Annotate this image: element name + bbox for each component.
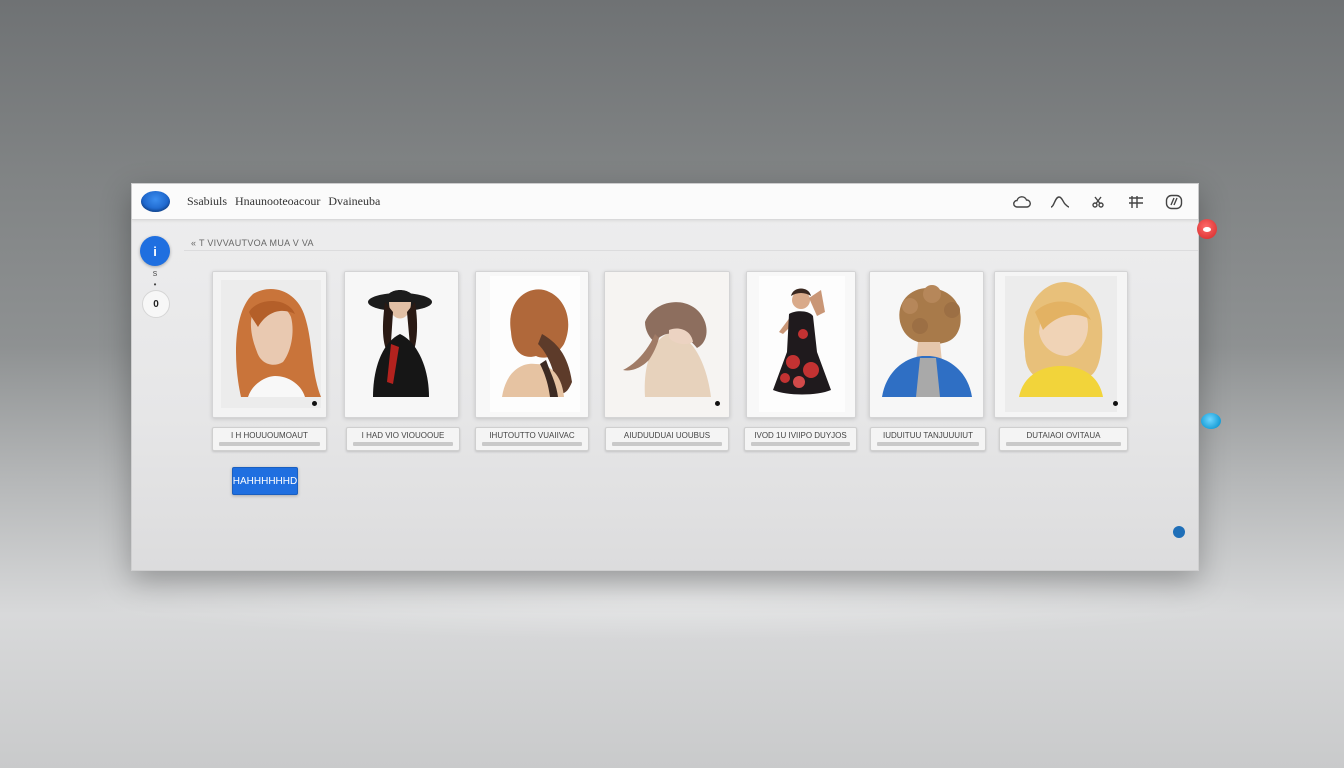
app-logo[interactable] bbox=[141, 191, 170, 212]
divider bbox=[184, 250, 1198, 251]
dancer-floral-dress-image bbox=[747, 272, 855, 417]
rail-primary-button[interactable]: i bbox=[140, 236, 170, 266]
cloud-icon[interactable] bbox=[1012, 192, 1032, 212]
gallery-card-5[interactable] bbox=[746, 271, 856, 418]
caption-bar bbox=[612, 442, 722, 446]
menu-item-1[interactable]: Ssabiuls bbox=[187, 194, 227, 209]
gallery-card-4[interactable] bbox=[604, 271, 730, 418]
gallery-card-2[interactable] bbox=[344, 271, 459, 418]
gallery-caption-5[interactable]: IVOD 1U IVIIPO DUYJOS bbox=[744, 427, 857, 451]
gallery-caption-4[interactable]: AIUDUUDUAI UOUBUS bbox=[605, 427, 729, 451]
rail-secondary-button[interactable]: 0 bbox=[142, 290, 170, 318]
rail-dot: • bbox=[153, 280, 157, 289]
caption-text: DUTAIAOI OVITAUA bbox=[1026, 431, 1101, 440]
gallery-card-7[interactable] bbox=[994, 271, 1128, 418]
card-indicator-dot bbox=[312, 401, 317, 406]
scissors-icon[interactable] bbox=[1088, 192, 1108, 212]
woman-in-black-hat-image bbox=[345, 272, 458, 417]
caption-text: I HAD VIO VIOUOOUE bbox=[361, 431, 445, 440]
gallery-caption-6[interactable]: IUDUITUU TANJUUUIUT bbox=[870, 427, 986, 451]
app-window: Ssabiuls Hnaunooteoacour Dvaineuba i s •… bbox=[131, 183, 1199, 571]
auburn-hair-back-view-image bbox=[476, 272, 588, 417]
grid-icon[interactable] bbox=[1126, 192, 1146, 212]
caption-text: I H HOUUOUMOAUT bbox=[231, 431, 308, 440]
breadcrumb: « T VIVVAUTVOA MUA V VA bbox=[191, 238, 314, 248]
primary-action-button[interactable]: HAHHHHHHD bbox=[232, 467, 298, 495]
gallery-caption-7[interactable]: DUTAIAOI OVITAUA bbox=[999, 427, 1128, 451]
gallery-card-6[interactable] bbox=[869, 271, 984, 418]
blonde-hair-yellow-top-image bbox=[995, 272, 1127, 417]
curly-hair-blue-jacket-image bbox=[870, 272, 983, 417]
menu-item-3[interactable]: Dvaineuba bbox=[328, 194, 380, 209]
settings-icon[interactable] bbox=[1164, 192, 1184, 212]
notification-bubble-cyan[interactable] bbox=[1201, 413, 1221, 429]
caption-text: IVOD 1U IVIIPO DUYJOS bbox=[754, 431, 847, 440]
notification-bubble-red[interactable] bbox=[1197, 219, 1217, 239]
backdrop-glow bbox=[60, 560, 1284, 640]
woman-bowing-long-hair-image bbox=[605, 272, 729, 417]
status-dot bbox=[1173, 526, 1185, 538]
gallery-caption-3[interactable]: IHUTOUTTO VUAIIVAC bbox=[475, 427, 589, 451]
gallery-card-1[interactable] bbox=[212, 271, 327, 418]
gallery-caption-2[interactable]: I HAD VIO VIOUOOUE bbox=[346, 427, 460, 451]
menu-item-2[interactable]: Hnaunooteoacour bbox=[235, 194, 320, 209]
red-haired-woman-portrait-image bbox=[213, 272, 326, 417]
card-indicator-dot bbox=[1113, 401, 1118, 406]
caption-bar bbox=[751, 442, 850, 446]
caption-text: AIUDUUDUAI UOUBUS bbox=[623, 431, 711, 440]
menu-bar: Ssabiuls Hnaunooteoacour Dvaineuba bbox=[187, 184, 380, 219]
caption-text: IUDUITUU TANJUUUIUT bbox=[883, 431, 973, 440]
caption-bar bbox=[219, 442, 320, 446]
caption-bar bbox=[877, 442, 979, 446]
rail-caption: s bbox=[152, 268, 158, 278]
gallery-card-3[interactable] bbox=[475, 271, 589, 418]
caption-bar bbox=[353, 442, 453, 446]
caption-bar bbox=[482, 442, 582, 446]
title-bar: Ssabiuls Hnaunooteoacour Dvaineuba bbox=[132, 184, 1198, 220]
wave-icon[interactable] bbox=[1050, 192, 1070, 212]
caption-bar bbox=[1006, 442, 1121, 446]
left-rail: i s • 0 bbox=[140, 236, 174, 318]
toolbar-icons bbox=[1012, 184, 1184, 219]
card-indicator-dot bbox=[715, 401, 720, 406]
gallery-caption-1[interactable]: I H HOUUOUMOAUT bbox=[212, 427, 327, 451]
caption-text: IHUTOUTTO VUAIIVAC bbox=[489, 431, 575, 440]
